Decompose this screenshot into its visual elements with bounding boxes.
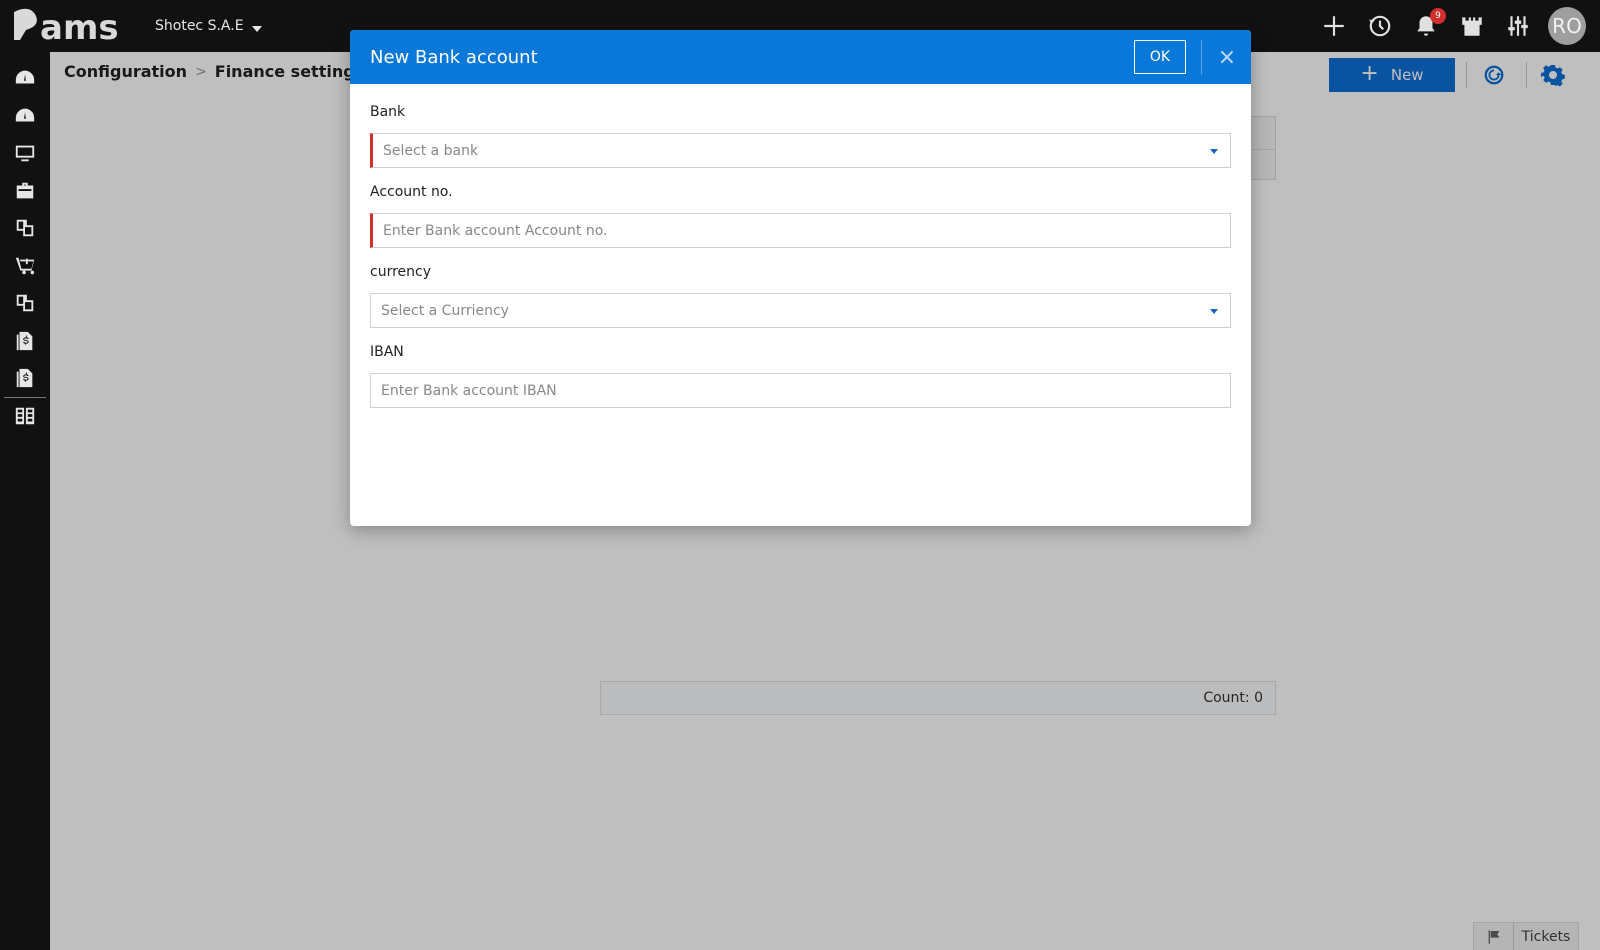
- castle-button[interactable]: [1456, 10, 1488, 42]
- account-no-field: [370, 213, 1231, 248]
- account-no-label: Account no.: [370, 184, 453, 200]
- sidebar-item-documents[interactable]: [0, 210, 50, 246]
- svg-text:ams: ams: [40, 8, 119, 46]
- dialog-title: New Bank account: [370, 46, 538, 68]
- currency-select-placeholder: Select a Curriency: [381, 302, 509, 319]
- dashboard-alt-icon: [15, 108, 35, 122]
- settings-sliders-button[interactable]: [1502, 10, 1534, 42]
- invoice-dollar-alt-icon: [16, 368, 33, 388]
- sidebar-item-documents-alt[interactable]: [0, 285, 50, 321]
- header-divider: [1201, 40, 1202, 74]
- iban-input[interactable]: [381, 382, 1230, 399]
- panels-icon: [15, 407, 35, 425]
- plus-icon: [1324, 16, 1344, 36]
- iban-label: IBAN: [370, 344, 404, 360]
- new-bank-account-dialog: New Bank account OK × Bank Select a bank…: [350, 30, 1251, 526]
- ok-button[interactable]: OK: [1134, 40, 1186, 74]
- bank-select-placeholder: Select a bank: [383, 142, 479, 159]
- sidebar-item-briefcase[interactable]: [0, 173, 50, 209]
- sidebar-item-invoice[interactable]: [0, 323, 50, 359]
- dialog-header: New Bank account OK ×: [350, 30, 1251, 84]
- close-icon[interactable]: ×: [1210, 40, 1244, 74]
- documents-alt-icon: [16, 294, 34, 312]
- account-no-input[interactable]: [383, 222, 1230, 239]
- briefcase-icon: [16, 182, 34, 199]
- dashboard-icon: [15, 70, 35, 84]
- sidebar-item-dashboard-alt[interactable]: [0, 98, 50, 134]
- notification-badge: 9: [1430, 8, 1446, 24]
- sliders-icon: [1508, 16, 1528, 36]
- currency-select[interactable]: Select a Curriency: [370, 293, 1231, 328]
- sidebar: [0, 52, 50, 950]
- currency-label: currency: [370, 264, 431, 280]
- iban-field: [370, 373, 1231, 408]
- sidebar-item-monitor[interactable]: [0, 135, 50, 171]
- user-avatar[interactable]: RO: [1548, 7, 1586, 45]
- caret-down-icon: [251, 26, 262, 32]
- company-selector[interactable]: Shotec S.A.E: [155, 18, 262, 34]
- company-name: Shotec S.A.E: [155, 18, 244, 34]
- invoice-dollar-icon: [16, 331, 33, 351]
- add-button[interactable]: [1318, 10, 1350, 42]
- castle-icon: [1462, 17, 1482, 36]
- sidebar-item-panels[interactable]: [0, 398, 50, 434]
- app-logo[interactable]: ams: [10, 6, 130, 46]
- caret-down-icon: [1210, 309, 1218, 314]
- sidebar-item-dashboard[interactable]: [0, 60, 50, 96]
- bank-select[interactable]: Select a bank: [370, 133, 1231, 168]
- cart-icon: [15, 257, 35, 275]
- caret-down-icon: [1210, 149, 1218, 154]
- notifications-button[interactable]: 9: [1410, 8, 1446, 42]
- documents-icon: [16, 219, 34, 237]
- top-actions: 9 RO: [1318, 0, 1586, 52]
- history-icon: [1369, 15, 1391, 37]
- monitor-icon: [15, 145, 35, 162]
- sidebar-item-invoice-alt[interactable]: [0, 360, 50, 396]
- history-button[interactable]: [1364, 10, 1396, 42]
- sidebar-item-cart[interactable]: [0, 248, 50, 284]
- bank-label: Bank: [370, 104, 406, 120]
